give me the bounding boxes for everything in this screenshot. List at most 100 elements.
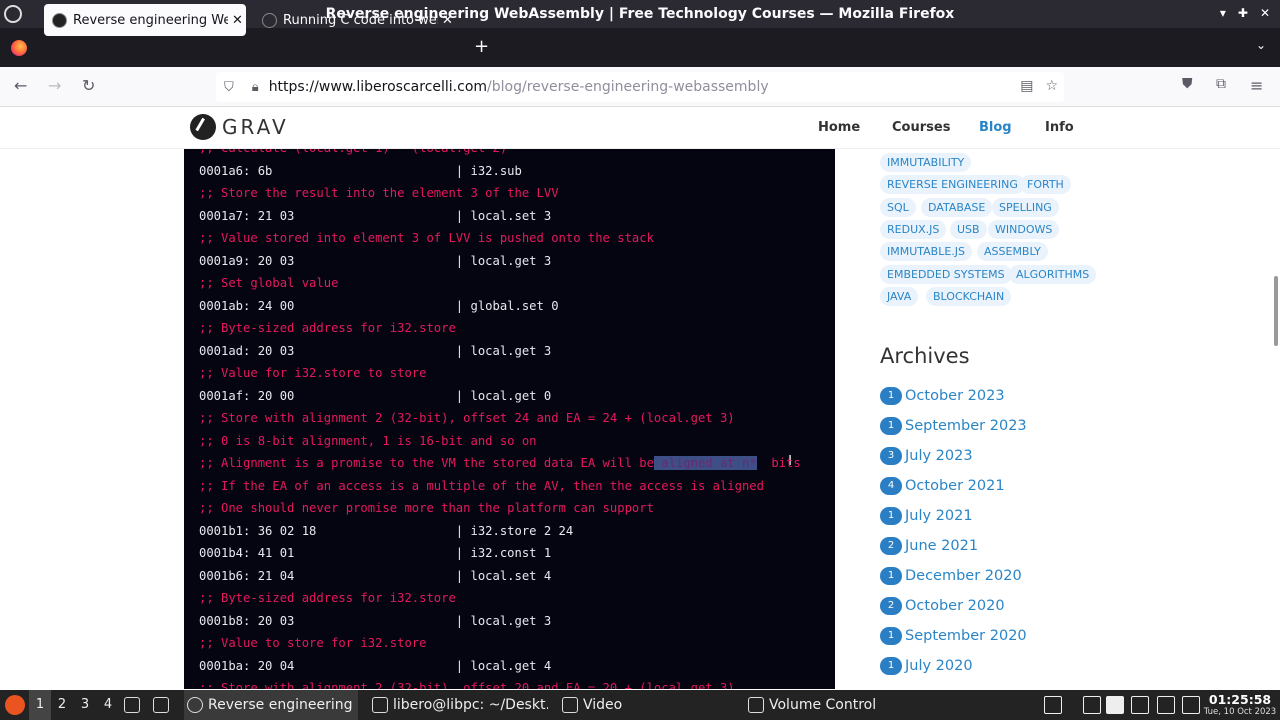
taskbar-app-terminal[interactable]: libero@libpc: ~/Deskt... <box>372 690 548 720</box>
archive-item[interactable]: 1 July 2021 <box>880 507 973 525</box>
close-icon[interactable]: ✕ <box>1260 6 1270 20</box>
app-menu-icon[interactable] <box>4 5 22 23</box>
code-instruction-line: 0001af: 20 00 | local.get 0 <box>199 388 552 403</box>
workspace-1[interactable]: 1 <box>29 690 51 720</box>
taskbar-app-firefox[interactable]: Reverse engineering ... <box>184 690 358 720</box>
show-desktop-button[interactable] <box>124 690 144 720</box>
tab-running-c-code[interactable]: Running C code into webassembly ✕ <box>254 4 456 36</box>
workspace-2[interactable]: 2 <box>51 690 73 720</box>
tag-chip[interactable]: BLOCKCHAIN <box>926 287 1012 306</box>
archive-item[interactable]: 1 October 2023 <box>880 387 1005 405</box>
taskbar-app-volume[interactable]: Volume Control <box>748 690 918 720</box>
tag-chip[interactable]: REDUX.JS <box>880 220 947 239</box>
code-instruction-line: 0001a6: 6b | i32.sub <box>199 163 522 178</box>
grav-favicon-icon <box>52 12 67 28</box>
archive-link[interactable]: December 2020 <box>905 568 1022 584</box>
archive-link[interactable]: July 2020 <box>905 658 973 674</box>
archive-link[interactable]: October 2023 <box>905 388 1005 404</box>
nav-home[interactable]: Home <box>818 120 892 135</box>
notes-tray-icon[interactable] <box>1157 696 1175 714</box>
clipboard-tray-icon[interactable] <box>1106 696 1124 714</box>
workspace-4[interactable]: 4 <box>97 690 119 720</box>
archive-link[interactable]: September 2023 <box>905 418 1027 434</box>
tag-chip[interactable]: EMBEDDED SYSTEMS <box>880 265 1012 284</box>
tag-chip[interactable]: ASSEMBLY <box>977 242 1048 261</box>
network-tray-icon[interactable] <box>1083 696 1101 714</box>
grav-favicon-icon <box>262 12 277 28</box>
url-text[interactable]: https://www.liberoscarcelli.com/blog/rev… <box>269 79 769 95</box>
nav-courses[interactable]: Courses <box>892 120 979 135</box>
firefox-view-icon[interactable] <box>11 39 27 56</box>
minimize-icon[interactable]: ▾ <box>1220 6 1226 20</box>
tag-chip[interactable]: SPELLING <box>992 198 1059 217</box>
extensions-icon[interactable]: ⧉ <box>1216 76 1226 92</box>
bookmark-star-icon[interactable]: ☆ <box>1045 78 1058 94</box>
archive-item[interactable]: 1 September 2020 <box>880 627 1027 645</box>
nav-info[interactable]: Info <box>1045 120 1074 135</box>
reader-view-icon[interactable]: ▤ <box>1020 78 1033 94</box>
archive-item[interactable]: 2 June 2021 <box>880 537 978 555</box>
archive-link[interactable]: October 2021 <box>905 478 1005 494</box>
taskbar-app-label: libero@libpc: ~/Deskt... <box>393 697 548 713</box>
archive-link[interactable]: July 2021 <box>905 508 973 524</box>
clock[interactable]: 01:25:58 Tue, 10 Oct 2023 <box>1200 692 1280 717</box>
tag-chip[interactable]: WINDOWS <box>988 220 1060 239</box>
file-manager-launcher[interactable] <box>153 690 175 720</box>
archive-item[interactable]: 1 December 2020 <box>880 567 1022 585</box>
tag-chip[interactable]: IMMUTABILITY <box>880 153 972 172</box>
code-comment-line: ;; Byte-sized address for i32.store <box>199 591 456 605</box>
tag-chip[interactable]: USB <box>950 220 987 239</box>
shield-icon[interactable]: ⛉ <box>224 80 234 95</box>
new-tab-icon[interactable]: + <box>474 36 489 57</box>
tag-chip[interactable]: IMMUTABLE.JS <box>880 242 973 261</box>
archive-item[interactable]: 1 September 2023 <box>880 417 1027 435</box>
workspace-3[interactable]: 3 <box>74 690 96 720</box>
firefox-icon <box>187 697 203 713</box>
maximize-icon[interactable]: ✚ <box>1238 6 1248 20</box>
network-manager-tray-icon[interactable] <box>1182 696 1200 714</box>
list-all-tabs-icon[interactable]: ⌄ <box>1256 38 1266 52</box>
archive-count-badge: 1 <box>880 507 902 525</box>
code-comment-line: ;; Store with alignment 2 (32-bit), offs… <box>199 681 735 689</box>
archive-item[interactable]: 3 July 2023 <box>880 447 973 465</box>
tag-chip[interactable]: JAVA <box>880 287 919 306</box>
code-comment-line: ;; If the EA of an access is a multiple … <box>199 478 764 493</box>
archive-item[interactable]: 2 October 2020 <box>880 597 1005 615</box>
archive-link[interactable]: October 2020 <box>905 598 1005 614</box>
reload-icon[interactable]: ↻ <box>82 76 95 95</box>
nav-blog[interactable]: Blog <box>979 120 1045 135</box>
archive-link[interactable]: July 2023 <box>905 448 973 464</box>
archive-link[interactable]: September 2020 <box>905 628 1027 644</box>
start-menu-button[interactable] <box>4 690 26 720</box>
tab-close-icon[interactable]: ✕ <box>232 13 243 28</box>
lock-icon[interactable]: 🔒︎ <box>252 80 259 95</box>
archive-item[interactable]: 4 October 2021 <box>880 477 1005 495</box>
code-instruction-line: 0001b8: 20 03 | local.get 3 <box>199 613 552 628</box>
code-comment-line: ;; Store with alignment 2 (32-bit), offs… <box>199 411 735 425</box>
url-bar[interactable]: ⛉ 🔒︎ https://www.liberoscarcelli.com/blo… <box>216 72 1064 102</box>
screenshot-tray-icon[interactable] <box>1131 696 1149 714</box>
code-instruction-line: 0001ab: 24 00 | global.set 0 <box>199 298 559 313</box>
code-instruction-line: 0001b4: 41 01 | i32.const 1 <box>199 546 552 560</box>
forward-icon[interactable]: → <box>48 76 61 95</box>
tag-chip[interactable]: SQL <box>880 198 916 217</box>
pocket-icon[interactable]: ⛊ <box>1182 76 1193 92</box>
keyboard-tray-icon[interactable] <box>1044 696 1062 714</box>
archive-item[interactable]: 1 July 2020 <box>880 657 973 675</box>
tab-close-icon[interactable]: ✕ <box>442 13 453 28</box>
code-comment-line: ;; Store the result into the element 3 o… <box>199 186 559 200</box>
tag-chip[interactable]: REVERSE ENGINEERING <box>880 175 1025 194</box>
back-icon[interactable]: ← <box>14 76 27 95</box>
hamburger-menu-icon[interactable]: ≡ <box>1250 76 1263 95</box>
tag-chip[interactable]: FORTH <box>1020 175 1071 194</box>
code-instruction-line: 0001b1: 36 02 18 | i32.store 2 24 <box>199 523 574 538</box>
taskbar-app-video[interactable]: Video <box>562 690 732 720</box>
site-logo[interactable]: GRAV <box>190 114 289 140</box>
tag-chip[interactable]: ALGORITHMS <box>1009 265 1097 284</box>
volume-icon <box>748 697 764 713</box>
archive-link[interactable]: June 2021 <box>905 538 978 554</box>
code-comment-line: ;; Alignment is a promise to the VM the … <box>199 456 801 470</box>
tag-chip[interactable]: DATABASE <box>921 198 993 217</box>
tab-reverse-engineering[interactable]: Reverse engineering WebAssembly | Free T… <box>44 4 246 36</box>
page-scrollbar[interactable] <box>1274 276 1278 346</box>
